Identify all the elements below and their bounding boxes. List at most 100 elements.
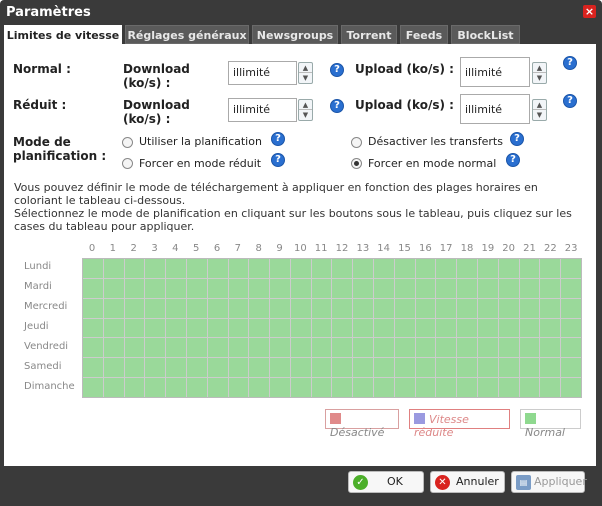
schedule-cell[interactable]: [103, 298, 124, 318]
chevron-up-icon[interactable]: ▲: [533, 63, 546, 73]
schedule-cell[interactable]: [311, 278, 332, 298]
schedule-cell[interactable]: [519, 338, 540, 358]
schedule-cell[interactable]: [166, 338, 186, 358]
schedule-cell[interactable]: [353, 358, 374, 378]
schedule-cell[interactable]: [186, 358, 207, 378]
schedule-cell[interactable]: [478, 278, 498, 298]
schedule-cell[interactable]: [498, 338, 519, 358]
reduced-download-stepper[interactable]: ▲ ▼: [298, 99, 313, 121]
schedule-cell[interactable]: [145, 259, 166, 278]
schedule-cell[interactable]: [228, 259, 249, 278]
schedule-cell[interactable]: [83, 378, 103, 397]
schedule-cell[interactable]: [374, 298, 394, 318]
schedule-cell[interactable]: [353, 318, 374, 338]
schedule-cell[interactable]: [207, 278, 228, 298]
schedule-cell[interactable]: [249, 378, 270, 397]
schedule-cell[interactable]: [290, 278, 311, 298]
schedule-grid[interactable]: [82, 258, 582, 398]
chevron-up-icon[interactable]: ▲: [299, 63, 312, 73]
schedule-cell[interactable]: [519, 278, 540, 298]
schedule-cell[interactable]: [270, 318, 290, 338]
schedule-cell[interactable]: [519, 318, 540, 338]
schedule-cell[interactable]: [561, 358, 581, 378]
chevron-down-icon[interactable]: ▼: [299, 73, 312, 83]
schedule-cell[interactable]: [561, 338, 581, 358]
schedule-cell[interactable]: [415, 318, 436, 338]
schedule-cell[interactable]: [478, 338, 498, 358]
schedule-cell[interactable]: [332, 318, 353, 338]
schedule-cell[interactable]: [186, 259, 207, 278]
normal-download-field[interactable]: illimité: [228, 61, 297, 85]
apply-button[interactable]: ▤ Appliquer: [511, 471, 587, 493]
schedule-cell[interactable]: [540, 298, 561, 318]
schedule-cell[interactable]: [186, 338, 207, 358]
schedule-cell[interactable]: [145, 298, 166, 318]
schedule-cell[interactable]: [207, 338, 228, 358]
schedule-cell[interactable]: [457, 338, 478, 358]
schedule-cell[interactable]: [83, 259, 103, 278]
schedule-cell[interactable]: [519, 378, 540, 397]
schedule-cell[interactable]: [311, 378, 332, 397]
schedule-cell[interactable]: [353, 338, 374, 358]
schedule-cell[interactable]: [83, 338, 103, 358]
schedule-cell[interactable]: [83, 278, 103, 298]
schedule-cell[interactable]: [124, 378, 145, 397]
schedule-cell[interactable]: [540, 378, 561, 397]
help-icon[interactable]: ?: [510, 132, 524, 146]
schedule-cell[interactable]: [457, 358, 478, 378]
schedule-cell[interactable]: [124, 259, 145, 278]
schedule-cell[interactable]: [478, 358, 498, 378]
schedule-cell[interactable]: [498, 259, 519, 278]
schedule-cell[interactable]: [249, 358, 270, 378]
schedule-cell[interactable]: [394, 298, 415, 318]
schedule-cell[interactable]: [353, 278, 374, 298]
schedule-cell[interactable]: [145, 358, 166, 378]
schedule-cell[interactable]: [228, 358, 249, 378]
chevron-up-icon[interactable]: ▲: [533, 100, 546, 110]
legend-disabled[interactable]: Désactivé: [325, 409, 399, 439]
schedule-cell[interactable]: [166, 358, 186, 378]
schedule-cell[interactable]: [270, 278, 290, 298]
normal-download-stepper[interactable]: ▲ ▼: [298, 62, 313, 84]
schedule-cell[interactable]: [290, 358, 311, 378]
schedule-cell[interactable]: [103, 318, 124, 338]
chevron-up-icon[interactable]: ▲: [299, 100, 312, 110]
schedule-cell[interactable]: [436, 338, 457, 358]
schedule-cell[interactable]: [228, 338, 249, 358]
tab-newsgroups[interactable]: Newsgroups: [252, 25, 338, 44]
schedule-cell[interactable]: [415, 378, 436, 397]
schedule-cell[interactable]: [436, 358, 457, 378]
schedule-cell[interactable]: [207, 378, 228, 397]
chevron-down-icon[interactable]: ▼: [299, 110, 312, 120]
chevron-down-icon[interactable]: ▼: [533, 73, 546, 83]
ok-button[interactable]: ✓ OK: [348, 471, 424, 493]
radio-disable-transfers[interactable]: [351, 137, 362, 148]
schedule-cell[interactable]: [457, 298, 478, 318]
radio-force-normal[interactable]: [351, 158, 362, 169]
schedule-cell[interactable]: [166, 318, 186, 338]
schedule-cell[interactable]: [145, 338, 166, 358]
help-icon[interactable]: ?: [271, 132, 285, 146]
schedule-cell[interactable]: [540, 358, 561, 378]
schedule-cell[interactable]: [332, 358, 353, 378]
legend-normal[interactable]: Normal: [520, 409, 581, 439]
schedule-cell[interactable]: [374, 378, 394, 397]
tab-feeds[interactable]: Feeds: [400, 25, 448, 44]
radio-use-schedule[interactable]: [122, 137, 133, 148]
schedule-cell[interactable]: [103, 358, 124, 378]
schedule-cell[interactable]: [311, 259, 332, 278]
schedule-cell[interactable]: [249, 338, 270, 358]
schedule-cell[interactable]: [561, 298, 581, 318]
schedule-cell[interactable]: [436, 378, 457, 397]
schedule-cell[interactable]: [374, 338, 394, 358]
schedule-cell[interactable]: [311, 298, 332, 318]
schedule-cell[interactable]: [561, 378, 581, 397]
schedule-cell[interactable]: [290, 298, 311, 318]
schedule-cell[interactable]: [519, 358, 540, 378]
schedule-cell[interactable]: [457, 318, 478, 338]
tab-blocklist[interactable]: BlockList: [451, 25, 520, 44]
schedule-cell[interactable]: [124, 338, 145, 358]
schedule-cell[interactable]: [270, 358, 290, 378]
schedule-cell[interactable]: [290, 338, 311, 358]
tab-speed-limits[interactable]: Limites de vitesse: [4, 25, 122, 45]
